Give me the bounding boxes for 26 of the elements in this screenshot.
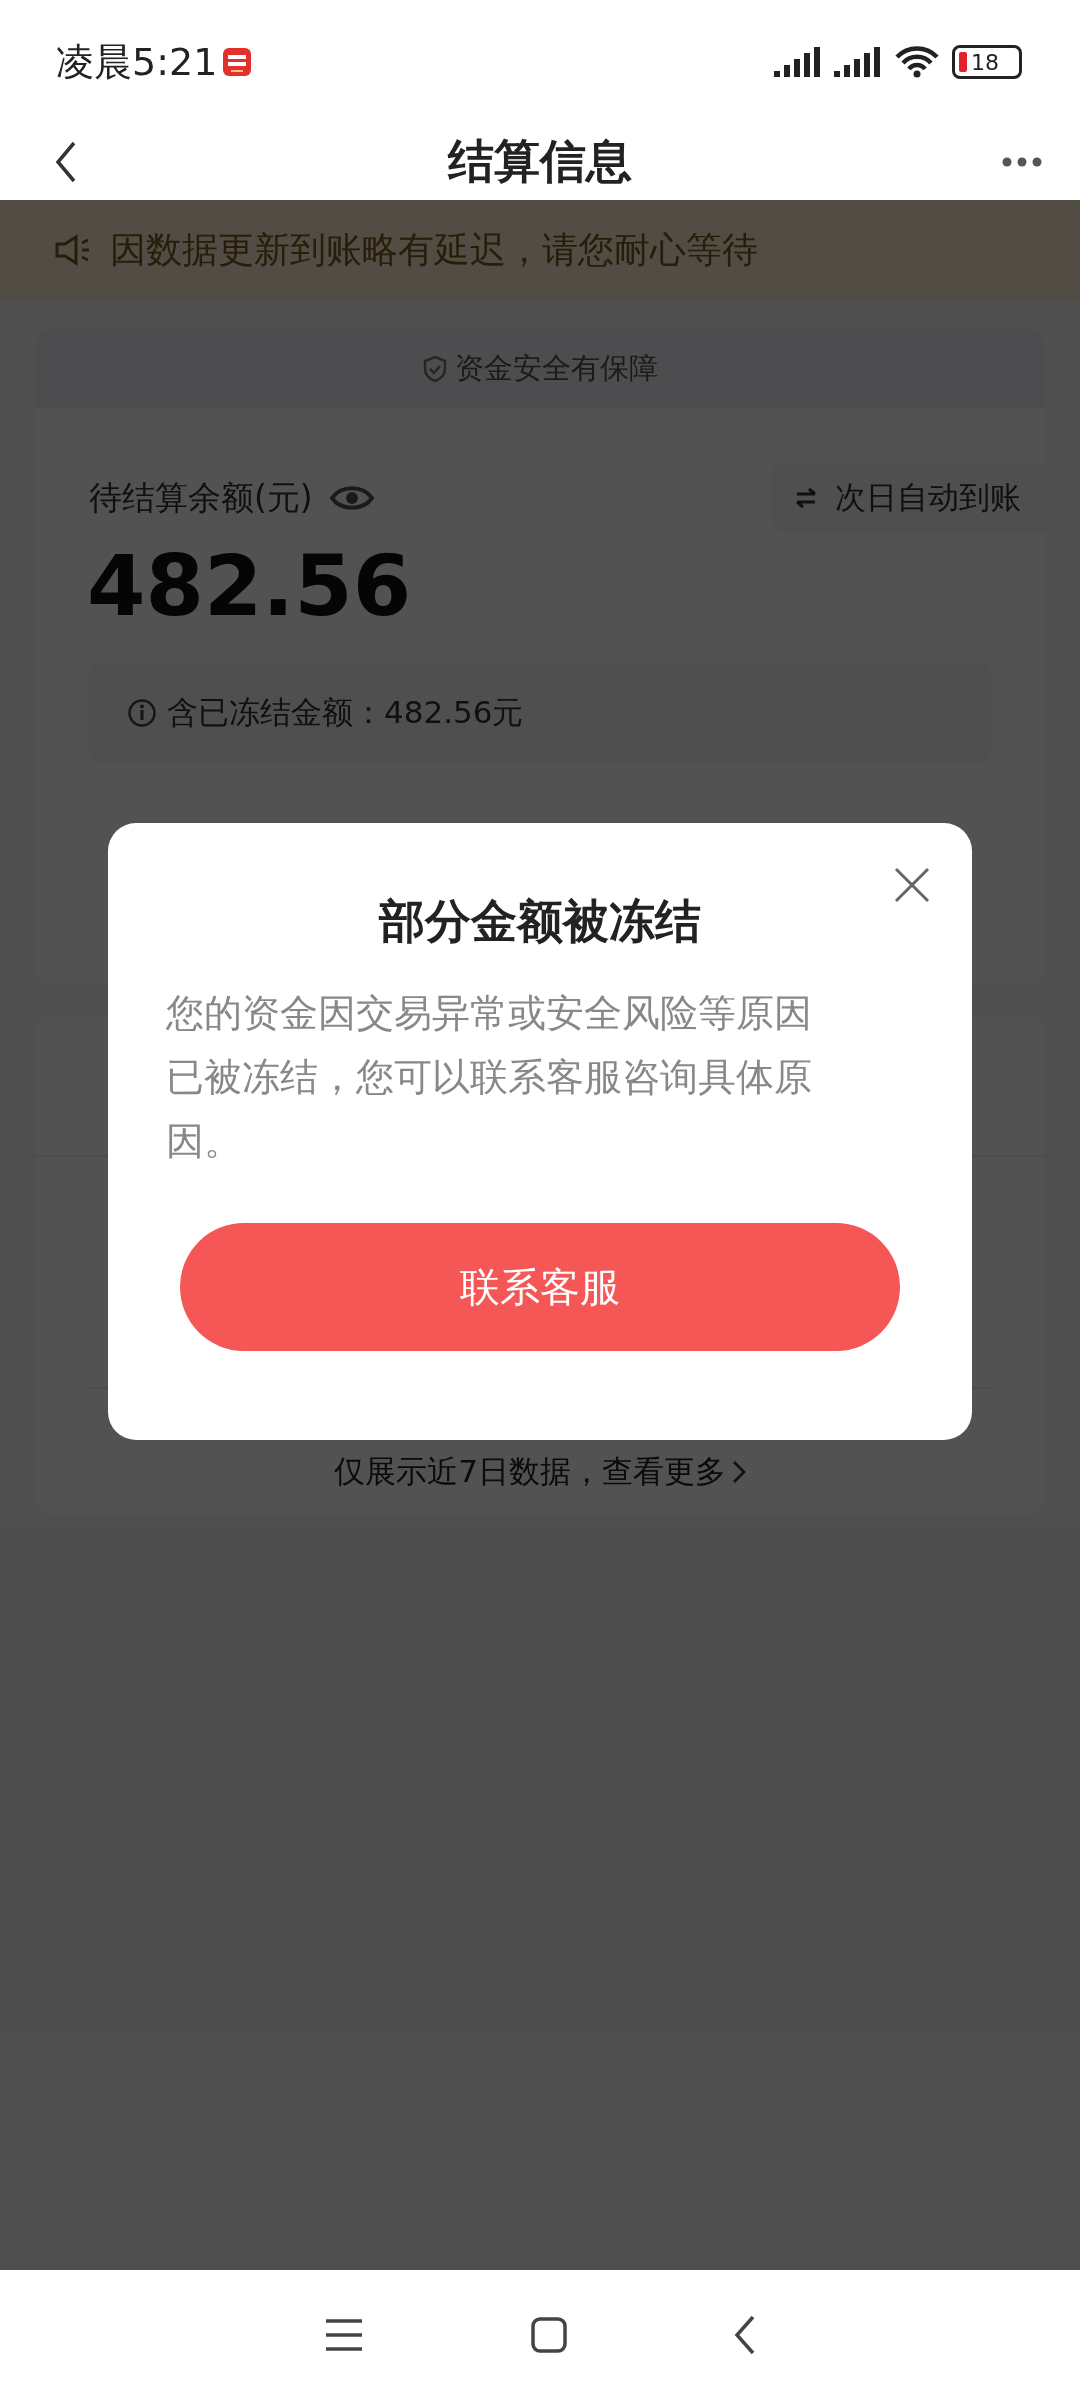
- home-icon[interactable]: [531, 2317, 567, 2353]
- wifi-icon: [894, 46, 940, 78]
- more-icon[interactable]: [1002, 157, 1042, 167]
- frozen-note: 含已冻结金额：482.56元: [167, 693, 524, 732]
- menu-icon[interactable]: [323, 2318, 364, 2352]
- battery-icon: 18: [952, 45, 1022, 79]
- back-icon[interactable]: [734, 2315, 757, 2355]
- balance-label: 待结算余额(元): [89, 476, 313, 519]
- dialog-title: 部分金额被冻结: [379, 893, 701, 950]
- app-icon: [223, 48, 252, 76]
- chevron-right-icon: [731, 1460, 746, 1484]
- shield-icon: [422, 355, 447, 383]
- dialog-message: 您的资金因交易异常或安全风险等原因已被冻结，您可以联系客服咨询具体原因。: [166, 990, 813, 1165]
- back-icon[interactable]: [54, 140, 78, 184]
- signal-icon: [774, 47, 822, 77]
- contact-service-button[interactable]: 联系客服: [180, 1223, 900, 1351]
- swap-icon: [795, 487, 817, 509]
- balance-amount: 482.56: [86, 537, 413, 635]
- info-icon: [127, 698, 157, 728]
- status-time: 凌晨5:21: [56, 38, 218, 86]
- page-title: 结算信息: [448, 133, 632, 190]
- close-icon[interactable]: [894, 867, 930, 903]
- notice-text: 因数据更新到账略有延迟，请您耐心等待: [110, 227, 758, 272]
- signal-icon: [834, 47, 882, 77]
- speaker-icon: [54, 234, 92, 266]
- view-more-link[interactable]: 仅展示近7日数据，查看更多: [334, 1451, 726, 1493]
